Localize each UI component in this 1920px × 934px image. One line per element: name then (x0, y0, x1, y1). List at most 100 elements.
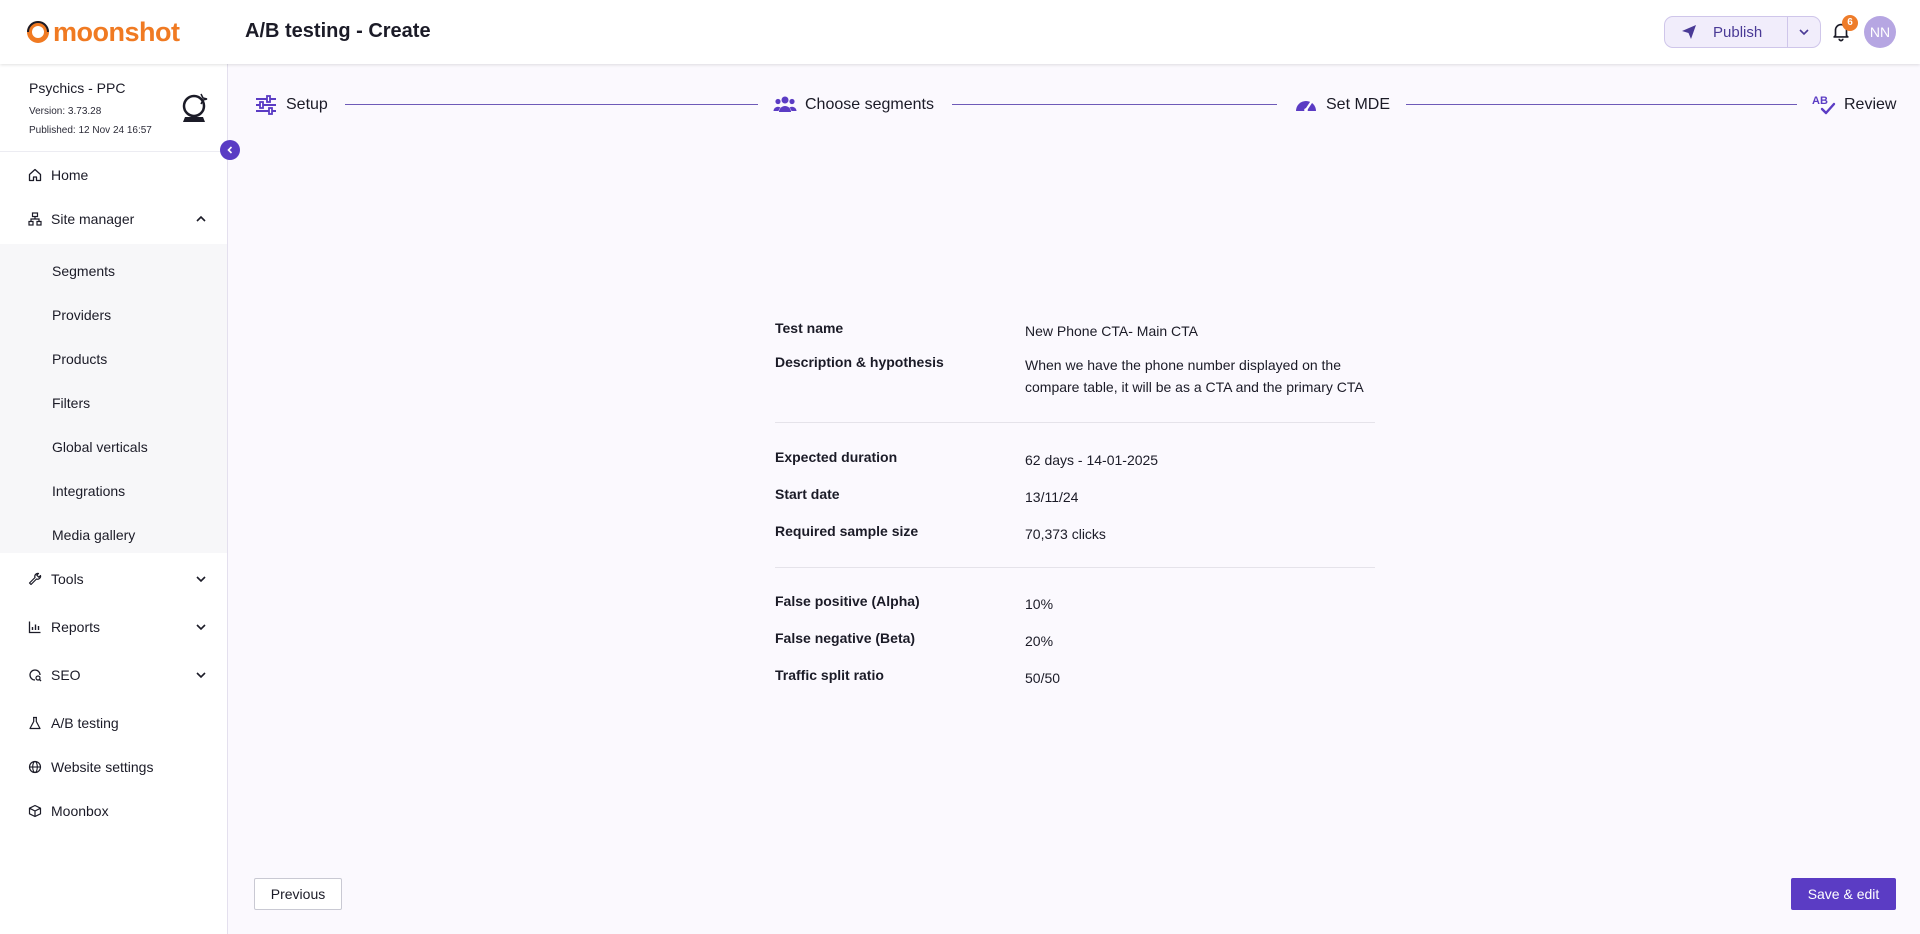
sidebar-item-site-manager[interactable]: Site manager (0, 199, 227, 239)
sidebar-item-reports[interactable]: Reports (0, 607, 227, 647)
sidebar-subitem-label: Providers (52, 307, 112, 323)
chevron-down-icon (196, 624, 206, 631)
chevron-down-icon (196, 672, 206, 679)
review-row-start-date: Start date 13/11/24 (775, 486, 1375, 508)
sidebar-subitem-global-verticals[interactable]: Global verticals (0, 429, 227, 465)
ab-check-icon: AB (1812, 95, 1836, 115)
sitemap-icon (27, 211, 43, 227)
wrench-icon (27, 571, 43, 587)
sidebar-item-ab-testing[interactable]: A/B testing (0, 703, 227, 743)
previous-button[interactable]: Previous (254, 878, 342, 910)
site-name: Psychics - PPC (29, 80, 126, 96)
top-header: moonshot A/B testing - Create Publish 6 … (0, 0, 1920, 64)
chevron-down-icon (1799, 29, 1809, 36)
sidebar-item-home[interactable]: Home (0, 155, 227, 195)
section-divider (775, 567, 1375, 568)
review-value: When we have the phone number displayed … (1025, 357, 1364, 395)
review-label: Start date (775, 486, 840, 502)
step-label: Setup (286, 96, 328, 113)
sidebar-subitem-label: Products (52, 351, 108, 367)
moon-logo-icon (27, 21, 49, 43)
site-version: Version: 3.73.28 (29, 106, 102, 117)
sidebar-item-label: Moonbox (51, 803, 109, 819)
sidebar-item-website-settings[interactable]: Website settings (0, 747, 227, 787)
review-value: 13/11/24 (1025, 489, 1079, 505)
step-label: Set MDE (1326, 96, 1391, 113)
sidebar-item-label: Site manager (51, 211, 135, 227)
gauge-icon (1296, 99, 1316, 112)
step-review[interactable]: AB Review (1812, 92, 1896, 118)
step-connector (345, 104, 758, 105)
publish-options-button[interactable] (1787, 17, 1820, 47)
review-value: New Phone CTA- Main CTA (1025, 323, 1198, 339)
sidebar-item-label: Reports (51, 619, 101, 635)
review-label: Required sample size (775, 523, 919, 539)
publish-label: Publish (1713, 23, 1763, 41)
sidebar-subitem-label: Segments (52, 263, 116, 279)
crystal-ball-icon (182, 93, 208, 122)
sidebar-subitem-filters[interactable]: Filters (0, 385, 227, 421)
globe-icon (27, 759, 43, 775)
sidebar-subitem-integrations[interactable]: Integrations (0, 473, 227, 509)
svg-text:AB: AB (1812, 95, 1828, 107)
sidebar-subitem-media-gallery[interactable]: Media gallery (0, 517, 227, 553)
step-set-mde[interactable]: Set MDE (1294, 92, 1390, 118)
review-label: False negative (Beta) (775, 630, 916, 646)
site-published-date: Published: 12 Nov 24 16:57 (29, 125, 152, 136)
chevron-up-icon (196, 215, 206, 222)
home-icon (27, 167, 43, 183)
step-connector (952, 104, 1277, 105)
review-label: Test name (775, 320, 844, 336)
review-row-beta: False negative (Beta) 20% (775, 630, 1375, 652)
sidebar-subitem-label: Global verticals (52, 439, 148, 455)
notifications-button[interactable]: 6 (1830, 15, 1858, 44)
site-info: Psychics - PPC Version: 3.73.28 Publishe… (0, 64, 227, 152)
sidebar-subitem-products[interactable]: Products (0, 341, 227, 377)
sidebar-item-label: Home (51, 167, 89, 183)
collapse-sidebar-button[interactable] (220, 140, 240, 160)
review-label: Expected duration (775, 449, 898, 465)
sidebar-item-seo[interactable]: SEO (0, 655, 227, 695)
page-title: A/B testing - Create (245, 20, 431, 42)
chevron-down-icon (196, 576, 206, 583)
review-value: 20% (1025, 633, 1054, 649)
review-label: False positive (Alpha) (775, 593, 920, 609)
step-setup[interactable]: Setup (254, 92, 328, 118)
sidebar-subitem-label: Integrations (52, 483, 126, 499)
sidebar-item-label: A/B testing (51, 715, 119, 731)
save-and-edit-button[interactable]: Save & edit (1791, 878, 1896, 910)
sliders-icon (256, 95, 276, 115)
sidebar-subitem-providers[interactable]: Providers (0, 297, 227, 333)
users-icon (773, 96, 797, 112)
step-choose-segments[interactable]: Choose segments (773, 92, 934, 118)
sidebar-item-label: SEO (51, 667, 81, 683)
step-label: Review (1844, 96, 1897, 113)
review-value: 62 days - 14-01-2025 (1025, 452, 1159, 468)
moonshot-logo[interactable]: moonshot (25, 17, 180, 47)
section-divider (775, 422, 1375, 423)
user-avatar[interactable]: NN (1864, 16, 1896, 48)
cube-icon (27, 803, 43, 819)
step-connector (1406, 104, 1797, 105)
review-value: 10% (1025, 596, 1054, 612)
review-row-expected-duration: Expected duration 62 days - 14-01-2025 (775, 449, 1375, 471)
review-row-sample-size: Required sample size 70,373 clicks (775, 523, 1375, 545)
publish-button[interactable]: Publish (1665, 17, 1787, 47)
seo-icon (27, 667, 43, 683)
review-value: 50/50 (1025, 670, 1061, 686)
review-row-alpha: False positive (Alpha) 10% (775, 593, 1375, 615)
sidebar-subitem-segments[interactable]: Segments (0, 253, 227, 289)
brand-name: moonshot (53, 17, 180, 47)
sidebar-item-tools[interactable]: Tools (0, 559, 227, 599)
sidebar-subitem-label: Media gallery (52, 527, 136, 543)
sidebar-item-moonbox[interactable]: Moonbox (0, 791, 227, 831)
notification-count-badge: 6 (1842, 15, 1858, 31)
sidebar: Psychics - PPC Version: 3.73.28 Publishe… (0, 64, 228, 934)
review-value: 70,373 clicks (1025, 526, 1106, 542)
sidebar-subitem-label: Filters (52, 395, 91, 411)
site-manager-submenu: Segments Providers Products Filters Glob… (0, 244, 227, 553)
review-row-description: Description & hypothesis When we have th… (775, 354, 1375, 398)
sidebar-item-label: Website settings (51, 759, 154, 775)
step-label: Choose segments (805, 96, 934, 113)
review-label: Description & hypothesis (775, 354, 944, 370)
